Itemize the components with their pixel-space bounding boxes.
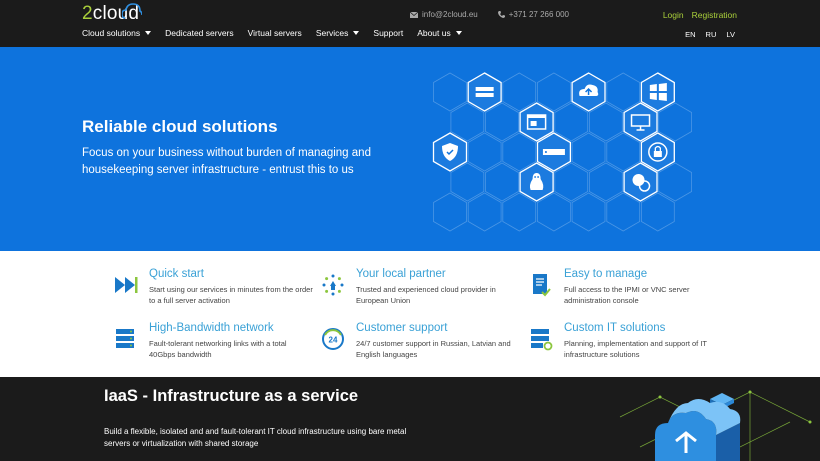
monitor-icon [623, 102, 658, 142]
hex-outline [502, 132, 537, 172]
hex-outline [554, 102, 589, 142]
hex-outline [606, 192, 641, 232]
nav-item-virtual-servers[interactable]: Virtual servers [248, 28, 302, 38]
document-check-icon [533, 274, 551, 297]
nav-item-label: Support [373, 28, 404, 38]
hex-outline [537, 72, 571, 112]
browser-window-icon [519, 102, 554, 142]
linux-icon [519, 162, 554, 202]
hex-outline [467, 132, 502, 172]
hex-outline [485, 102, 519, 142]
lock-icon [640, 132, 675, 172]
hex-outline [588, 162, 623, 202]
server-stack-icon [116, 329, 134, 348]
language-switcher: EN RU LV [685, 30, 735, 39]
feature-title: Customer support [356, 322, 448, 334]
top-header: 2cloud info@2cloud.eu +371 27 266 000 Lo… [0, 0, 820, 47]
email-text: info@2cloud.eu [422, 10, 478, 19]
phone-contact[interactable]: +371 27 266 000 [497, 10, 569, 19]
registration-link[interactable]: Registration [692, 10, 737, 20]
email-contact[interactable]: info@2cloud.eu [410, 10, 478, 19]
hex-outline [588, 102, 623, 142]
phone-text: +371 27 266 000 [508, 10, 569, 19]
hexagon-icon-grid [432, 72, 693, 232]
hex-outline [640, 192, 675, 232]
server-config-icon [531, 329, 553, 351]
server-rack-icon [536, 132, 572, 172]
hex-outline [450, 162, 485, 202]
nav-item-dedicated-servers[interactable]: Dedicated servers [165, 28, 234, 38]
nav-item-label: Services [315, 28, 349, 38]
hex-outline [502, 192, 537, 232]
hex-outline [606, 72, 641, 112]
windows-icon [640, 72, 675, 112]
chevron-down-icon [455, 31, 462, 35]
shield-icon [432, 132, 468, 172]
lang-en[interactable]: EN [685, 30, 695, 39]
hex-outline [502, 72, 537, 112]
feature-title: Custom IT solutions [564, 322, 666, 334]
iaas-description: Build a flexible, isolated and and fault… [104, 427, 407, 448]
nav-item-label: Cloud solutions [82, 28, 141, 38]
hex-outline [537, 192, 571, 232]
server-icon [467, 72, 502, 112]
chevron-down-icon [353, 31, 360, 35]
svg-text:24: 24 [329, 336, 338, 345]
nav-item-about-us[interactable]: About us [417, 28, 462, 38]
iso-cloud-block [655, 399, 741, 461]
hex-outline [571, 192, 606, 232]
hex-outline [571, 132, 606, 172]
support-24-icon: 24 [322, 328, 344, 350]
feature-description: Start using our services in minutes from… [149, 285, 313, 305]
eu-stars-icon [322, 274, 344, 296]
logo-cloud-icon [122, 3, 142, 19]
iaas-section: IaaS - Infrastructure as a service Build… [0, 377, 820, 461]
chevron-down-icon [145, 31, 152, 35]
logo[interactable]: 2cloud [82, 3, 142, 25]
feature-title: High-Bandwidth network [149, 322, 274, 334]
feature-description: 24/7 customer support in Russian, Latvia… [356, 339, 511, 359]
feature-title: Easy to manage [564, 268, 648, 280]
envelope-icon [410, 11, 418, 18]
hex-outline [658, 162, 693, 202]
nav-item-label: Virtual servers [247, 28, 302, 38]
nav-item-cloud-solutions[interactable]: Cloud solutions [82, 28, 152, 38]
hex-outline [554, 162, 589, 202]
hero-title: Reliable cloud solutions [82, 117, 278, 136]
iaas-title: IaaS - Infrastructure as a service [104, 387, 359, 405]
hex-outline [467, 192, 502, 232]
cloud-upload-icon [571, 72, 606, 112]
hex-outline [433, 192, 467, 232]
fast-forward-icon [115, 277, 138, 293]
hex-outline [606, 132, 641, 172]
login-link[interactable]: Login [663, 10, 684, 20]
feature-description: Planning, implementation and support of … [564, 339, 707, 359]
feature-description: Trusted and experienced cloud provider i… [356, 285, 496, 305]
main-nav: Cloud solutions Dedicated servers Virtual … [82, 28, 462, 38]
feature-description: Fault-tolerant networking links with a t… [149, 339, 287, 359]
isometric-cloud-illustration [619, 390, 812, 461]
hero-banner: Reliable cloud solutions Focus on your b… [0, 47, 820, 251]
nav-item-label: About us [417, 28, 451, 38]
hex-outline [450, 102, 485, 142]
hero-subtitle: Focus on your business without burden of… [82, 147, 371, 176]
nav-item-support[interactable]: Support [373, 28, 403, 38]
hex-outline [433, 72, 467, 112]
feature-description: Full access to the IPMI or VNC server ad… [564, 285, 690, 305]
logo-digit: 2 [82, 3, 93, 24]
feature-title: Quick start [149, 268, 204, 280]
contact-info: info@2cloud.eu +371 27 266 000 [410, 10, 569, 19]
nav-item-services[interactable]: Services [316, 28, 360, 38]
phone-icon [497, 11, 505, 18]
feature-title: Your local partner [356, 268, 446, 280]
hex-outline [485, 162, 519, 202]
features-section: Quick start Start using our services in m… [0, 251, 820, 377]
lang-lv[interactable]: LV [726, 30, 735, 39]
hex-outline [658, 102, 693, 142]
lang-ru[interactable]: RU [706, 30, 717, 39]
auth-links: Login Registration [663, 10, 737, 20]
nav-item-label: Dedicated servers [165, 28, 234, 38]
chat-icon [623, 162, 658, 202]
